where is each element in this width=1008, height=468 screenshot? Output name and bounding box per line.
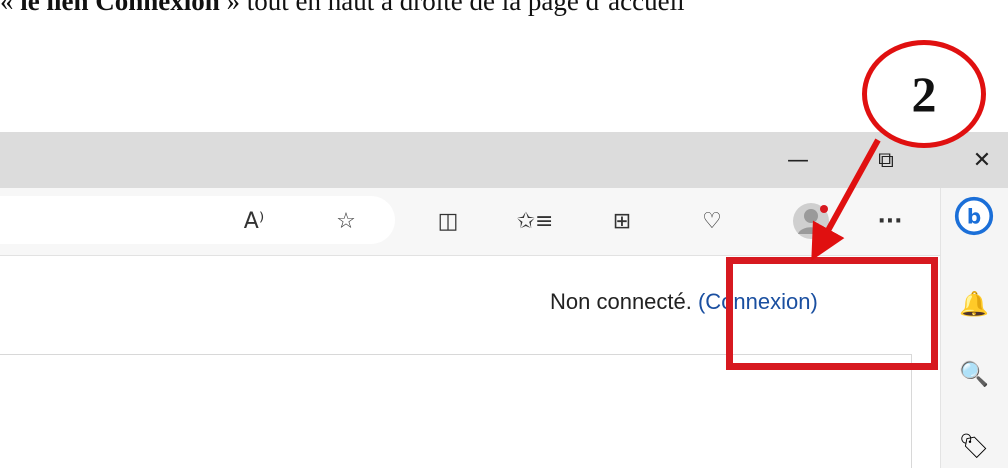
- collections-button[interactable]: ⊞: [600, 199, 644, 243]
- browser-essentials-button[interactable]: ♡: [690, 199, 734, 243]
- favorites-list-icon: ✩≡: [516, 208, 554, 234]
- bell-icon: 🔔: [959, 290, 989, 318]
- more-options-button[interactable]: ···: [868, 199, 912, 243]
- heart-pulse-icon: ♡: [702, 208, 722, 234]
- close-icon: ✕: [972, 147, 992, 173]
- search-button[interactable]: 🔍: [954, 354, 994, 394]
- read-aloud-icon: A⁾: [243, 208, 265, 234]
- shopping-button[interactable]: 🏷: [954, 426, 994, 466]
- collections-icon: ⊞: [612, 208, 632, 234]
- avatar-icon: [793, 203, 829, 239]
- content-panel: [0, 354, 912, 468]
- more-icon: ···: [877, 208, 903, 234]
- tag-icon: 🏷: [958, 432, 990, 460]
- close-window-button[interactable]: ✕: [952, 132, 1008, 188]
- search-icon: 🔍: [959, 360, 989, 388]
- highlight-box: [726, 257, 938, 370]
- profile-button[interactable]: [786, 199, 836, 243]
- caption-bold-text: le lien Connexion: [20, 0, 220, 16]
- notifications-button[interactable]: 🔔: [954, 284, 994, 324]
- split-screen-button[interactable]: ◫: [426, 199, 470, 243]
- star-icon: ☆: [336, 208, 356, 234]
- login-status-text: Non connecté.: [550, 289, 698, 314]
- svg-text:b: b: [967, 204, 981, 228]
- caption-quote-open: «: [0, 0, 21, 16]
- restore-icon: ⧉: [878, 147, 894, 173]
- split-screen-icon: ◫: [437, 208, 459, 234]
- caption-rest: » tout en haut à droite de la page d’acc…: [219, 0, 685, 16]
- step-number: 2: [911, 66, 937, 122]
- bing-chat-button[interactable]: b: [954, 196, 994, 236]
- add-favorite-button[interactable]: ☆: [324, 199, 368, 243]
- favorites-button[interactable]: ✩≡: [510, 199, 560, 243]
- bing-icon: b: [954, 196, 994, 236]
- step-number-badge: 2: [862, 40, 986, 148]
- minimize-icon: —: [787, 147, 809, 173]
- instruction-caption: « le lien Connexion » tout en haut à dro…: [0, 0, 1008, 26]
- read-aloud-button[interactable]: A⁾: [232, 199, 276, 243]
- minimize-button[interactable]: —: [768, 132, 828, 188]
